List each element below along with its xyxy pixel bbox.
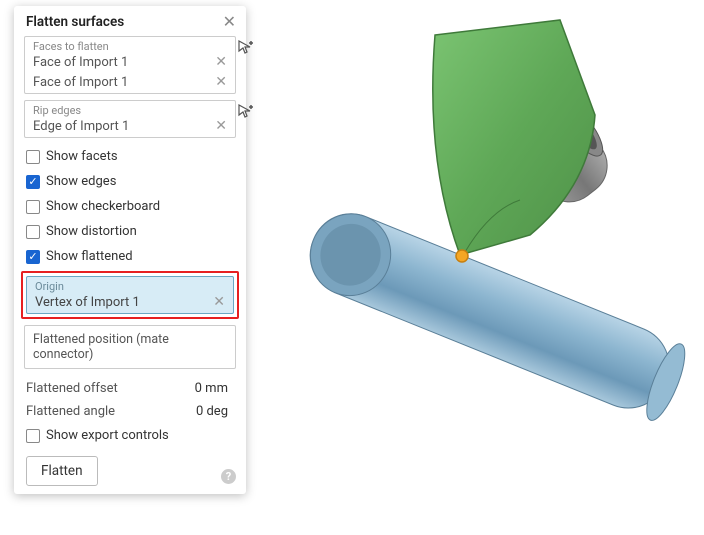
flatten-surfaces-panel: Flatten surfaces ✕ Faces to flatten Face… xyxy=(14,6,246,494)
origin-field[interactable]: Origin Vertex of Import 1 ✕ xyxy=(26,276,234,314)
offset-label: Flattened offset xyxy=(26,381,118,396)
remove-face-icon[interactable]: ✕ xyxy=(213,54,229,70)
panel-header: Flatten surfaces ✕ xyxy=(14,6,246,36)
face-item-text: Face of Import 1 xyxy=(33,75,128,90)
faces-to-flatten-field[interactable]: Faces to flatten Face of Import 1 ✕ Face… xyxy=(24,36,236,94)
checkbox-icon xyxy=(26,429,40,443)
checkbox-icon xyxy=(26,150,40,164)
origin-label: Origin xyxy=(27,277,233,293)
origin-value: Vertex of Import 1 xyxy=(35,295,140,310)
checkbox-label: Show distortion xyxy=(46,224,137,239)
show-distortion-checkbox[interactable]: Show distortion xyxy=(24,219,236,244)
flattened-surface xyxy=(433,20,595,255)
show-export-controls-checkbox[interactable]: Show export controls xyxy=(24,423,236,448)
rip-item-text: Edge of Import 1 xyxy=(33,119,129,134)
offset-value[interactable]: 0 mm xyxy=(195,381,234,396)
panel-title: Flatten surfaces xyxy=(26,14,124,30)
rip-edges-field[interactable]: Rip edges Edge of Import 1 ✕ xyxy=(24,100,236,138)
checkbox-label: Show edges xyxy=(46,174,116,189)
flattened-offset-row[interactable]: Flattened offset 0 mm xyxy=(24,377,236,400)
show-flattened-checkbox[interactable]: ✓ Show flattened xyxy=(24,244,236,269)
model-render xyxy=(260,0,704,531)
checkbox-label: Show flattened xyxy=(46,249,133,264)
origin-highlight: Origin Vertex of Import 1 ✕ xyxy=(21,271,239,319)
flattened-position-field[interactable]: Flattened position (mate connector) xyxy=(24,325,236,369)
checkbox-icon: ✓ xyxy=(26,175,40,189)
show-facets-checkbox[interactable]: Show facets xyxy=(24,144,236,169)
remove-face-icon[interactable]: ✕ xyxy=(213,74,229,90)
checkbox-icon: ✓ xyxy=(26,250,40,264)
origin-vertex-marker[interactable] xyxy=(456,250,468,262)
face-item-0[interactable]: Face of Import 1 ✕ xyxy=(25,53,235,73)
checkbox-icon xyxy=(26,225,40,239)
faces-label: Faces to flatten xyxy=(25,37,235,53)
close-icon[interactable]: ✕ xyxy=(223,14,236,30)
remove-edge-icon[interactable]: ✕ xyxy=(213,118,229,134)
cad-viewport[interactable] xyxy=(260,0,704,531)
show-checkerboard-checkbox[interactable]: Show checkerboard xyxy=(24,194,236,219)
angle-value[interactable]: 0 deg xyxy=(196,404,234,419)
checkbox-icon xyxy=(26,200,40,214)
angle-label: Flattened angle xyxy=(26,404,115,419)
show-edges-checkbox[interactable]: ✓ Show edges xyxy=(24,169,236,194)
origin-value-row[interactable]: Vertex of Import 1 ✕ xyxy=(27,293,233,313)
checkbox-label: Show export controls xyxy=(46,428,169,443)
help-icon[interactable]: ? xyxy=(221,469,236,484)
flattened-angle-row[interactable]: Flattened angle 0 deg xyxy=(24,400,236,423)
checkbox-label: Show facets xyxy=(46,149,118,164)
face-item-1[interactable]: Face of Import 1 ✕ xyxy=(25,73,235,93)
checkbox-label: Show checkerboard xyxy=(46,199,160,214)
face-item-text: Face of Import 1 xyxy=(33,55,128,70)
rip-label: Rip edges xyxy=(25,101,235,117)
pick-faces-icon[interactable] xyxy=(237,39,255,57)
panel-body: Faces to flatten Face of Import 1 ✕ Face… xyxy=(14,36,246,486)
flatten-button[interactable]: Flatten xyxy=(26,456,98,486)
remove-origin-icon[interactable]: ✕ xyxy=(211,294,227,310)
rip-item-0[interactable]: Edge of Import 1 ✕ xyxy=(25,117,235,137)
pick-edges-icon[interactable] xyxy=(237,103,255,121)
